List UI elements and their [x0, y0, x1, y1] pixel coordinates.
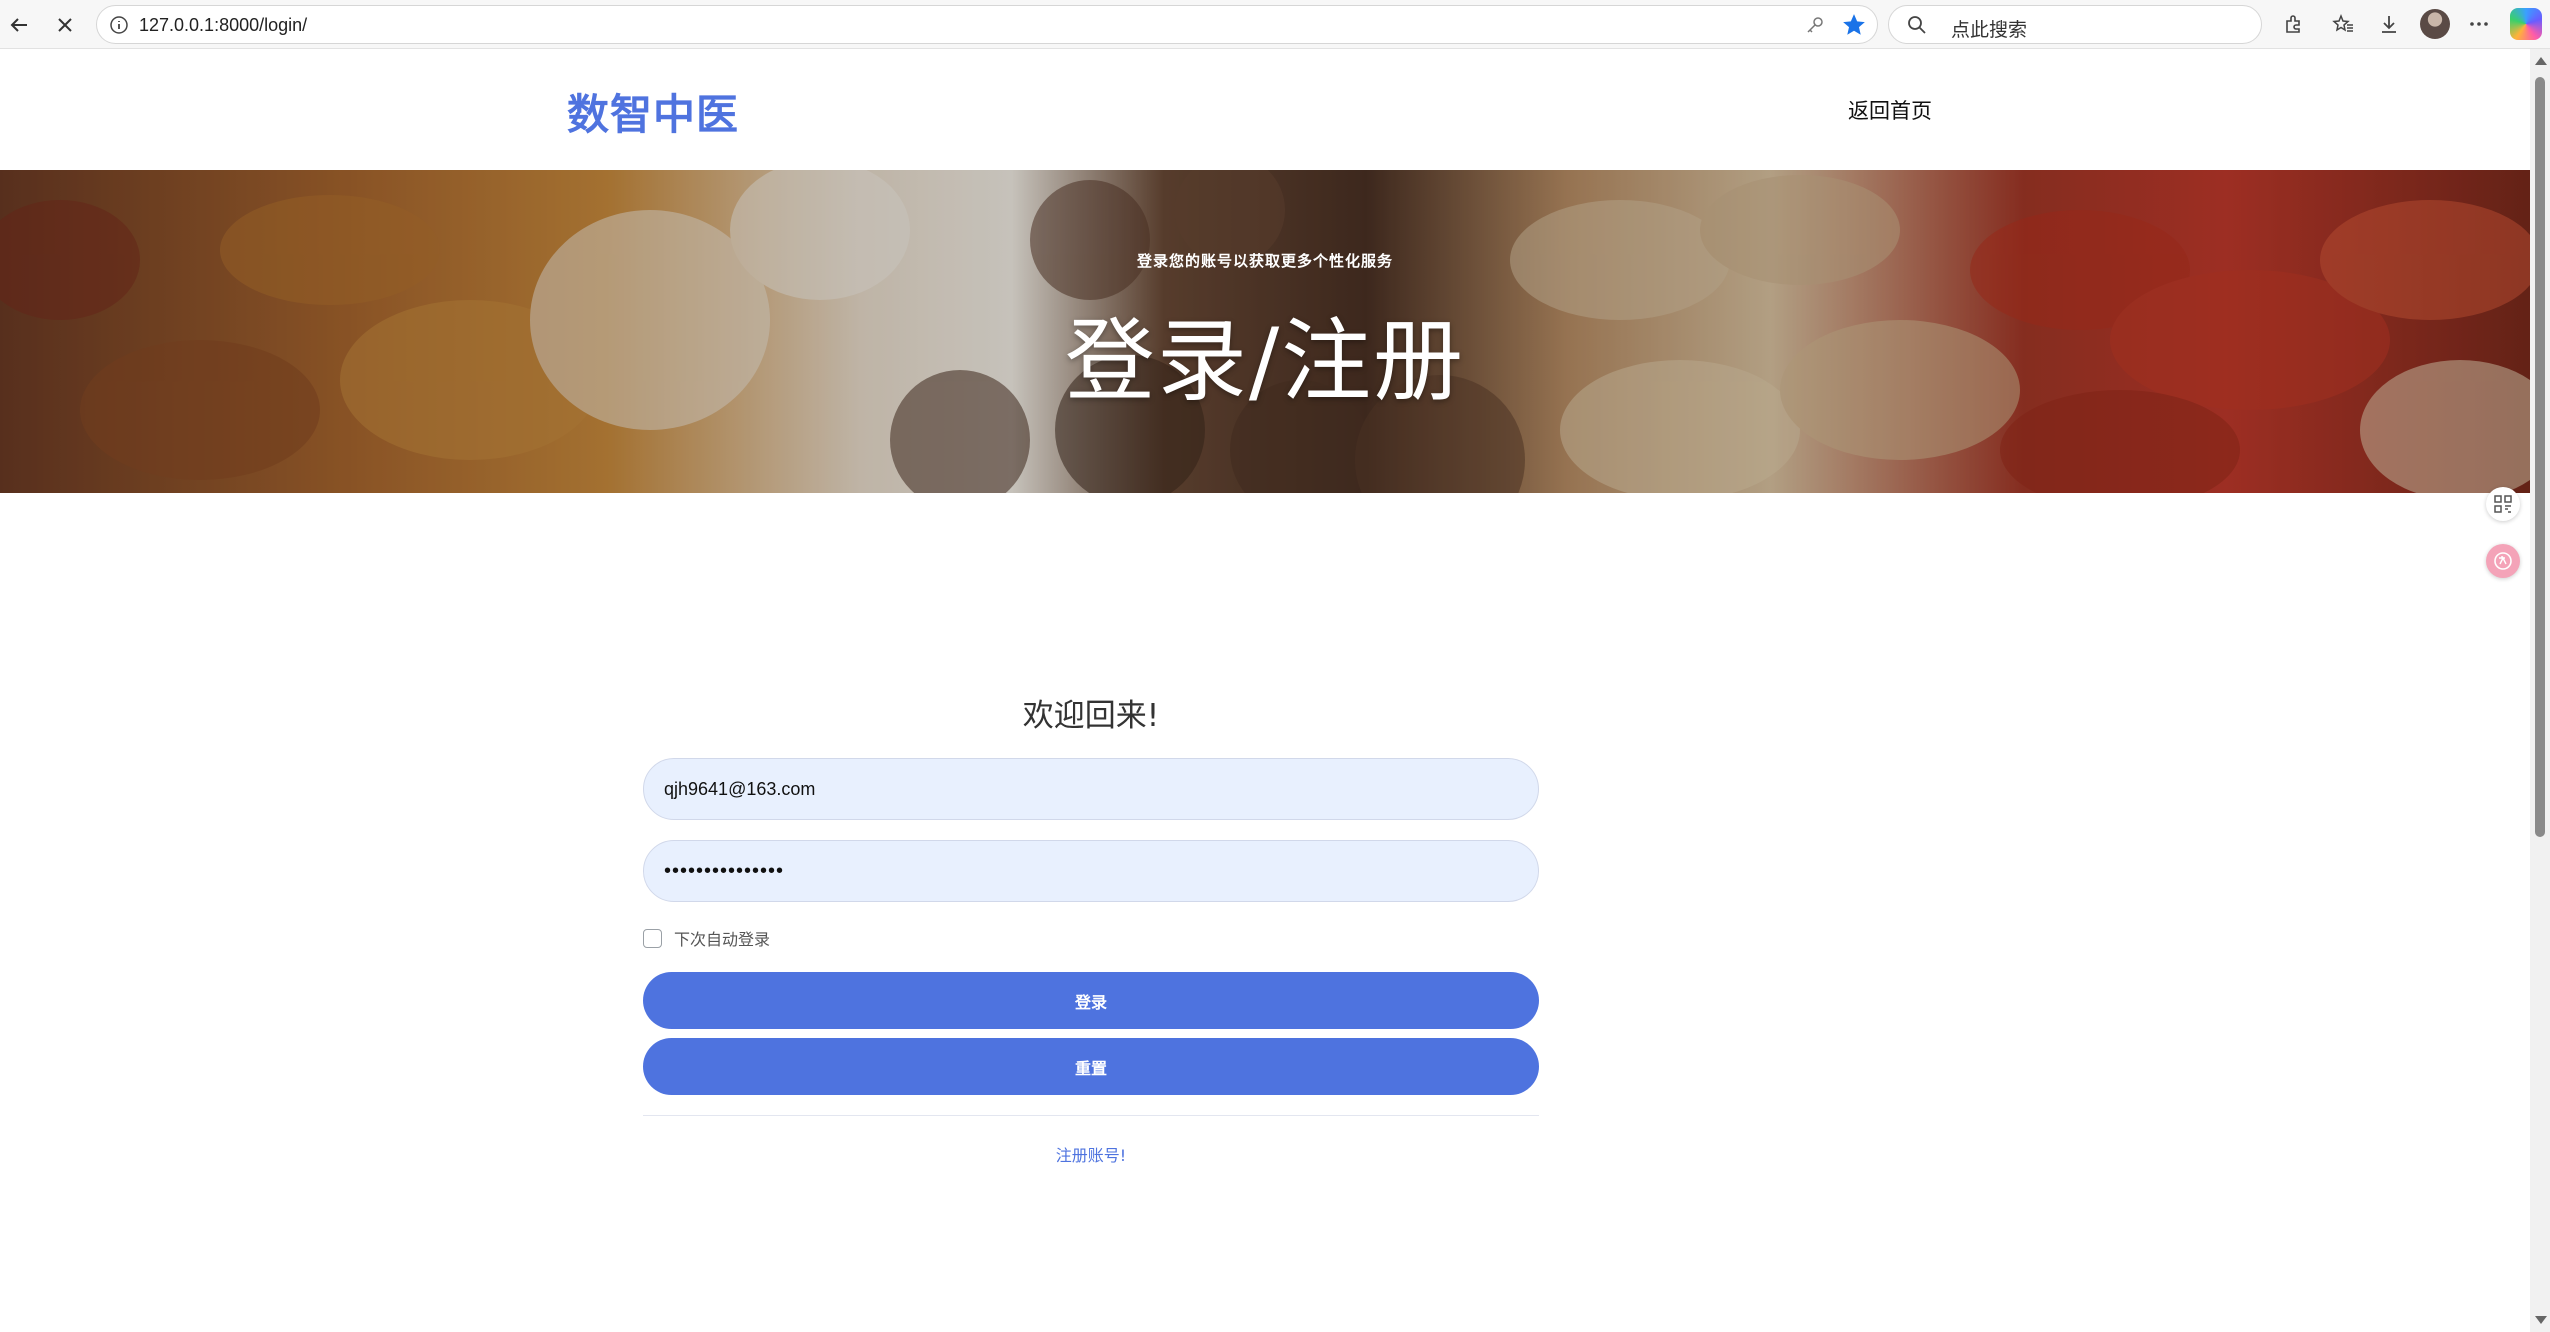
favorites-icon: [2332, 13, 2353, 32]
download-icon: [2382, 16, 2396, 33]
scrollbar-thumb[interactable]: [2535, 77, 2545, 837]
password-field[interactable]: •••••••••••••••: [643, 840, 1539, 902]
copilot-icon[interactable]: [2510, 8, 2542, 40]
star-icon[interactable]: [1841, 12, 1867, 38]
info-icon[interactable]: [109, 15, 129, 35]
remember-checkbox[interactable]: [643, 928, 662, 948]
email-field[interactable]: qjh9641@163.com: [643, 758, 1539, 820]
favorites-button[interactable]: [2328, 9, 2358, 39]
url-text[interactable]: 127.0.0.1:8000/login/: [139, 15, 307, 36]
browser-toolbar: 127.0.0.1:8000/login/ 点此搜索: [0, 0, 2550, 49]
search-box[interactable]: 点此搜索: [1888, 5, 2262, 44]
profile-avatar[interactable]: [2420, 9, 2450, 39]
scroll-down-icon[interactable]: [2535, 1316, 2547, 1324]
page-scrollbar[interactable]: [2530, 49, 2550, 1332]
extensions-icon: [2286, 15, 2300, 33]
stop-icon: [58, 18, 72, 32]
key-icon[interactable]: [1805, 15, 1825, 35]
form-divider: [643, 1115, 1539, 1116]
translate-icon: [2494, 552, 2512, 570]
site-logo[interactable]: 数智中医: [567, 81, 739, 142]
hero-title: 登录/注册: [1064, 309, 1466, 414]
search-placeholder: 点此搜索: [1951, 19, 2028, 41]
login-button[interactable]: 登录: [643, 972, 1539, 1029]
more-button[interactable]: [2464, 9, 2494, 39]
more-icon: [2470, 22, 2488, 26]
downloads-button[interactable]: [2374, 9, 2404, 39]
address-bar[interactable]: 127.0.0.1:8000/login/: [96, 5, 1878, 44]
remember-label[interactable]: 下次自动登录: [674, 926, 770, 950]
back-button[interactable]: [2, 8, 36, 42]
hero-banner: 登录您的账号以获取更多个性化服务 登录/注册: [0, 170, 2530, 493]
remember-me[interactable]: 下次自动登录: [643, 926, 770, 950]
qr-code-icon: [2494, 495, 2512, 513]
qr-code-button[interactable]: [2486, 487, 2520, 521]
extensions-button[interactable]: [2278, 9, 2308, 39]
site-header: 数智中医 返回首页: [0, 49, 2530, 170]
translate-button[interactable]: [2486, 544, 2520, 578]
register-link[interactable]: 注册账号!: [643, 1142, 1539, 1166]
welcome-heading: 欢迎回来!: [1022, 698, 1160, 734]
search-icon: [1908, 16, 1926, 34]
home-link[interactable]: 返回首页: [1848, 95, 1932, 125]
hero-subtitle: 登录您的账号以获取更多个性化服务: [1136, 252, 1393, 270]
scroll-up-icon[interactable]: [2535, 57, 2547, 65]
stop-loading-button[interactable]: [48, 8, 82, 42]
back-icon: [10, 18, 27, 32]
reset-button[interactable]: 重置: [643, 1038, 1539, 1095]
